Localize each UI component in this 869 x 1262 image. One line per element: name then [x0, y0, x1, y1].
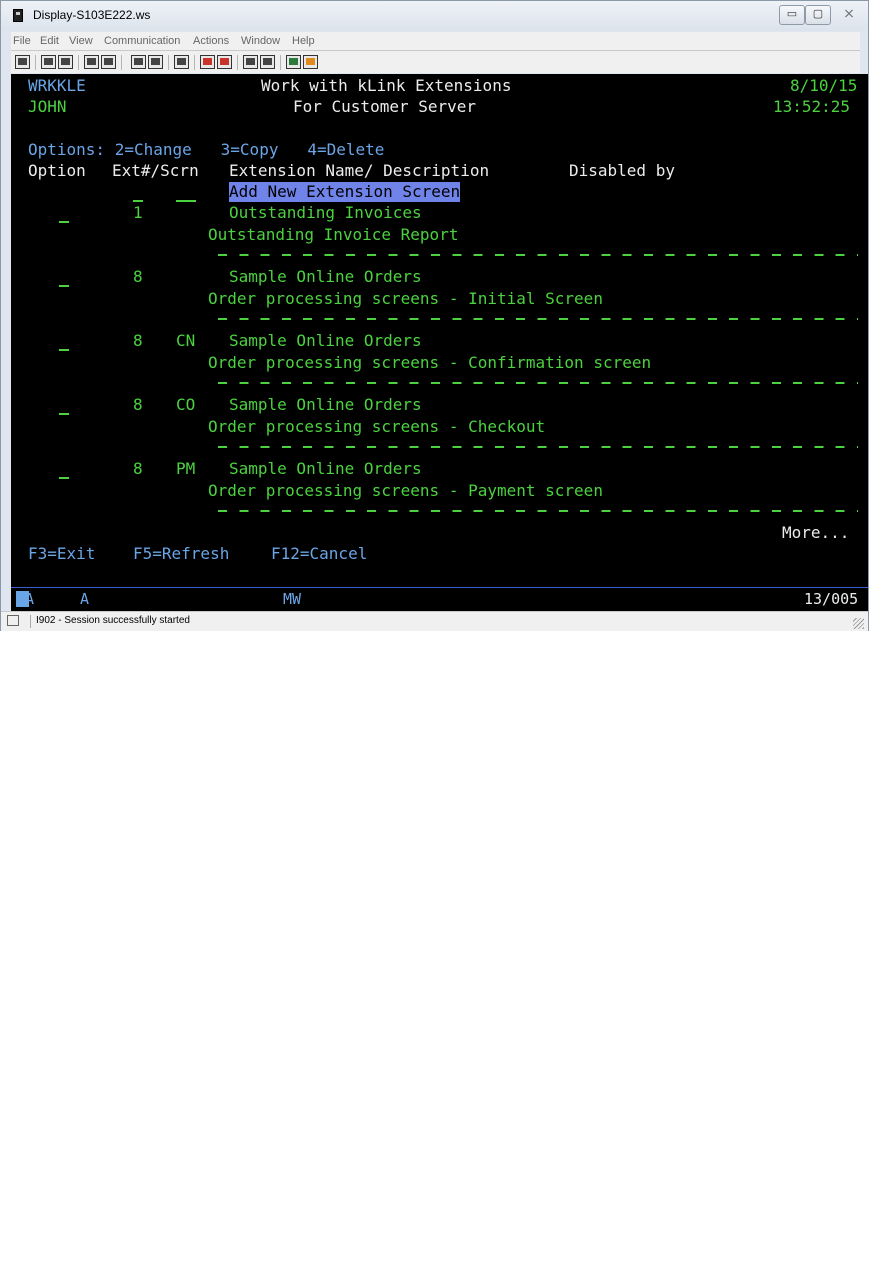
header-ext-scrn: Ext#/Scrn	[112, 161, 199, 180]
user-name: JOHN	[28, 97, 67, 116]
program-name: WRKKLE	[28, 76, 86, 95]
row-description: Order processing screens - Initial Scree…	[208, 289, 603, 308]
record-icon[interactable]	[200, 55, 215, 69]
terminal-screen[interactable]: WRKKLE Work with kLink Extensions 8/10/1…	[11, 74, 868, 587]
row-separator	[218, 318, 858, 320]
play-icon[interactable]	[243, 55, 258, 69]
row-separator	[218, 254, 858, 256]
header-disabled-by: Disabled by	[569, 161, 675, 180]
options-legend: Options: 2=Change 3=Copy 4=Delete	[28, 140, 385, 159]
row-scrn: PM	[176, 459, 196, 478]
row-scrn: CN	[176, 331, 196, 350]
f5-refresh-key[interactable]: F5=Refresh	[133, 544, 229, 564]
row-name: Sample Online Orders	[229, 459, 422, 478]
screen-title: Work with kLink Extensions	[261, 76, 512, 95]
title-bar: Display-S103E222.ws ▭ ▢ ⨯	[1, 1, 868, 31]
option-input-field[interactable]	[59, 413, 69, 415]
oia-ma: MA	[16, 590, 35, 608]
f3-exit-key[interactable]: F3=Exit	[28, 544, 95, 564]
print-screen-icon[interactable]	[15, 55, 30, 69]
option-input-field[interactable]	[59, 349, 69, 351]
toolbar-separator	[121, 55, 122, 70]
status-separator	[30, 615, 31, 628]
oia-a: A	[80, 590, 90, 608]
pause-icon[interactable]	[260, 55, 275, 69]
toolbar	[11, 51, 860, 73]
more-indicator: More...	[782, 523, 850, 542]
send-icon[interactable]	[84, 55, 99, 69]
status-bar: I902 - Session successfully started	[1, 611, 868, 631]
maximize-button[interactable]: ▢	[805, 5, 831, 25]
menu-bar: File Edit View Communication Actions Win…	[11, 32, 860, 51]
row-scrn: CO	[176, 395, 196, 414]
header-option: Option	[28, 161, 86, 180]
ext-input-field[interactable]	[133, 200, 143, 202]
cursor-position: 13/005	[804, 590, 859, 608]
display-icon[interactable]	[131, 55, 146, 69]
receive-icon[interactable]	[101, 55, 116, 69]
row-name: Sample Online Orders	[229, 395, 422, 414]
row-ext: 1	[133, 203, 143, 222]
header-name-description: Extension Name/ Description	[229, 161, 490, 180]
toolbar-separator	[280, 55, 281, 70]
toolbar-separator	[35, 55, 36, 70]
window-title: Display-S103E222.ws	[33, 8, 151, 22]
toolbar-separator	[78, 55, 79, 70]
row-ext: 8	[133, 331, 143, 350]
keyboard-icon[interactable]	[303, 55, 318, 69]
row-separator	[218, 446, 858, 448]
option-input-field[interactable]	[59, 221, 69, 223]
app-icon	[13, 9, 23, 22]
row-name: Sample Online Orders	[229, 267, 422, 286]
row-description: Order processing screens - Confirmation …	[208, 353, 652, 372]
operator-info-area: MA A MW 13/005	[11, 587, 868, 611]
toolbar-separator	[194, 55, 195, 70]
f12-cancel-key[interactable]: F12=Cancel	[271, 544, 367, 564]
screen-subtitle: For Customer Server	[293, 97, 477, 116]
display2-icon[interactable]	[148, 55, 163, 69]
copy-icon[interactable]	[41, 55, 56, 69]
toolbar-separator	[237, 55, 238, 70]
row-description: Order processing screens - Payment scree…	[208, 481, 603, 500]
status-message: I902 - Session successfully started	[36, 615, 190, 626]
row-description: Order processing screens - Checkout	[208, 417, 546, 436]
row-name: Outstanding Invoices	[229, 203, 422, 222]
menu-window[interactable]: Window	[241, 35, 280, 47]
oia-mw: MW	[283, 590, 302, 608]
menu-help[interactable]: Help	[292, 35, 315, 47]
menu-view[interactable]: View	[69, 35, 93, 47]
color-icon[interactable]	[286, 55, 301, 69]
emulator-window: Display-S103E222.ws ▭ ▢ ⨯ File Edit View…	[0, 0, 869, 631]
resize-grip-icon[interactable]	[853, 618, 864, 629]
row-ext: 8	[133, 459, 143, 478]
menu-actions[interactable]: Actions	[193, 35, 229, 47]
screen-time: 13:52:25	[773, 97, 851, 116]
row-separator	[218, 382, 858, 384]
minimize-button[interactable]: ▭	[779, 5, 805, 25]
close-button[interactable]: ⨯	[832, 5, 866, 25]
menu-communication[interactable]: Communication	[104, 35, 180, 47]
option-input-field[interactable]	[59, 477, 69, 479]
row-separator	[218, 510, 858, 512]
session-icon	[7, 615, 19, 626]
toolbar-separator	[168, 55, 169, 70]
row-ext: 8	[133, 267, 143, 286]
macro-icon[interactable]	[174, 55, 189, 69]
row-description: Outstanding Invoice Report	[208, 225, 459, 244]
menu-file[interactable]: File	[13, 35, 31, 47]
scrn-input-field[interactable]	[176, 200, 196, 202]
row-ext: 8	[133, 395, 143, 414]
row-name: Sample Online Orders	[229, 331, 422, 350]
paste-icon[interactable]	[58, 55, 73, 69]
option-input-field[interactable]	[59, 285, 69, 287]
add-new-extension[interactable]: Add New Extension Screen	[229, 182, 461, 202]
menu-edit[interactable]: Edit	[40, 35, 59, 47]
stop-icon[interactable]	[217, 55, 232, 69]
screen-date: 8/10/15	[790, 76, 858, 95]
